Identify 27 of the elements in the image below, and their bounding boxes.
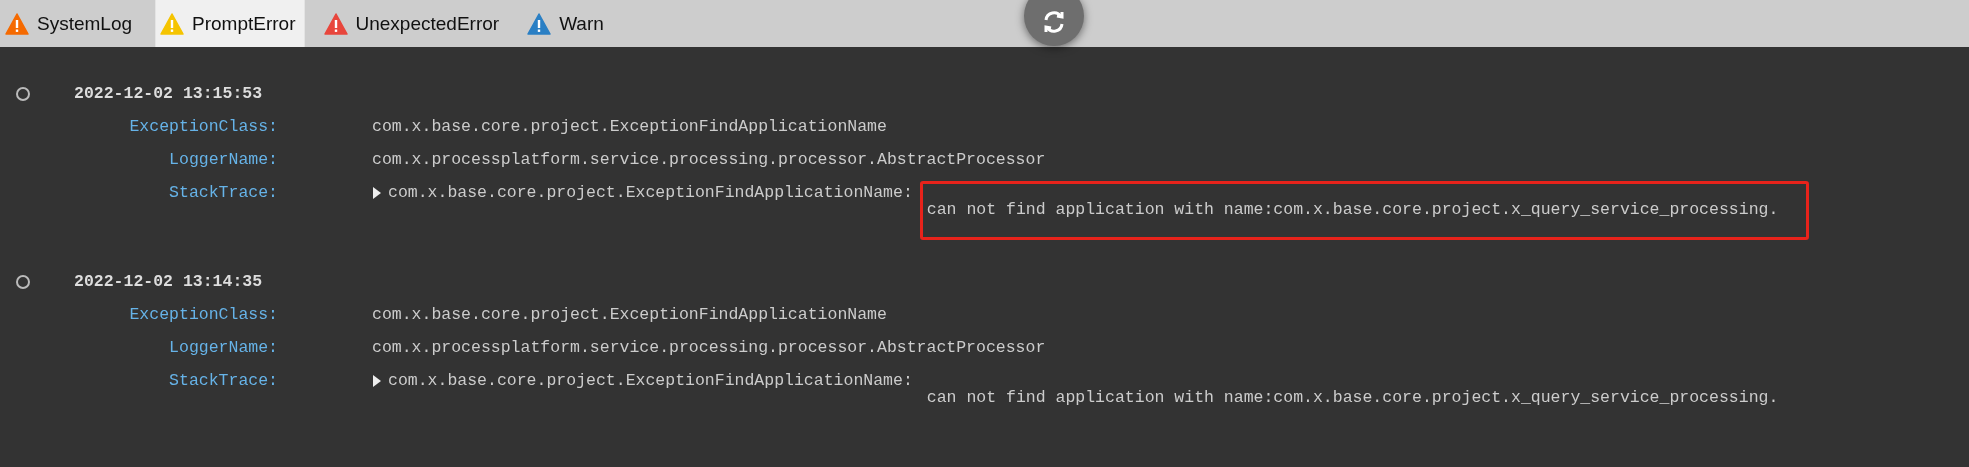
tab[interactable]: UnexpectedError [318,0,509,47]
field-value: com.x.processplatform.service.processing.processor.AbstractProcessor [372,338,1046,357]
field-label: LoggerName: [168,338,278,357]
field-value: com.x.base.core.project.ExceptionFindApplicationName: [388,371,913,390]
timestamp: 2022-12-02 13:15:53 [74,84,263,103]
tab-label: UnexpectedError [355,12,500,35]
field-value: com.x.processplatform.service.processing.processor.AbstractProcessor [372,150,1046,169]
field-label: ExceptionClass: [128,117,278,136]
timeline-dot [16,274,30,289]
field-label: ExceptionClass: [128,305,278,324]
error-message: can not find application with name:com.x.base.core.project.x_query_service_processing. [925,387,1780,409]
tab-label: Warn [559,12,604,35]
tab[interactable]: Warn [522,0,613,47]
field-label: StackTrace: [168,371,278,390]
tab[interactable]: PromptError [155,0,305,47]
tab-label: SystemLog [37,12,133,35]
refresh-button[interactable] [1024,0,1084,46]
field-label: LoggerName: [168,150,278,169]
field-value: com.x.base.core.project.ExceptionFindApplicationName [372,305,887,324]
timestamp: 2022-12-02 13:14:35 [74,272,263,291]
field-value: com.x.base.core.project.ExceptionFindApplicationName: [388,183,913,202]
tab-label: PromptError [192,12,296,35]
highlighted-message: can not find application with name:com.x.base.core.project.x_query_service_processing. [919,181,1810,240]
field-label: StackTrace: [168,183,278,202]
tab[interactable]: SystemLog [0,0,142,47]
timeline-dot [16,86,30,101]
field-value: com.x.base.core.project.ExceptionFindApplicationName [372,117,887,136]
